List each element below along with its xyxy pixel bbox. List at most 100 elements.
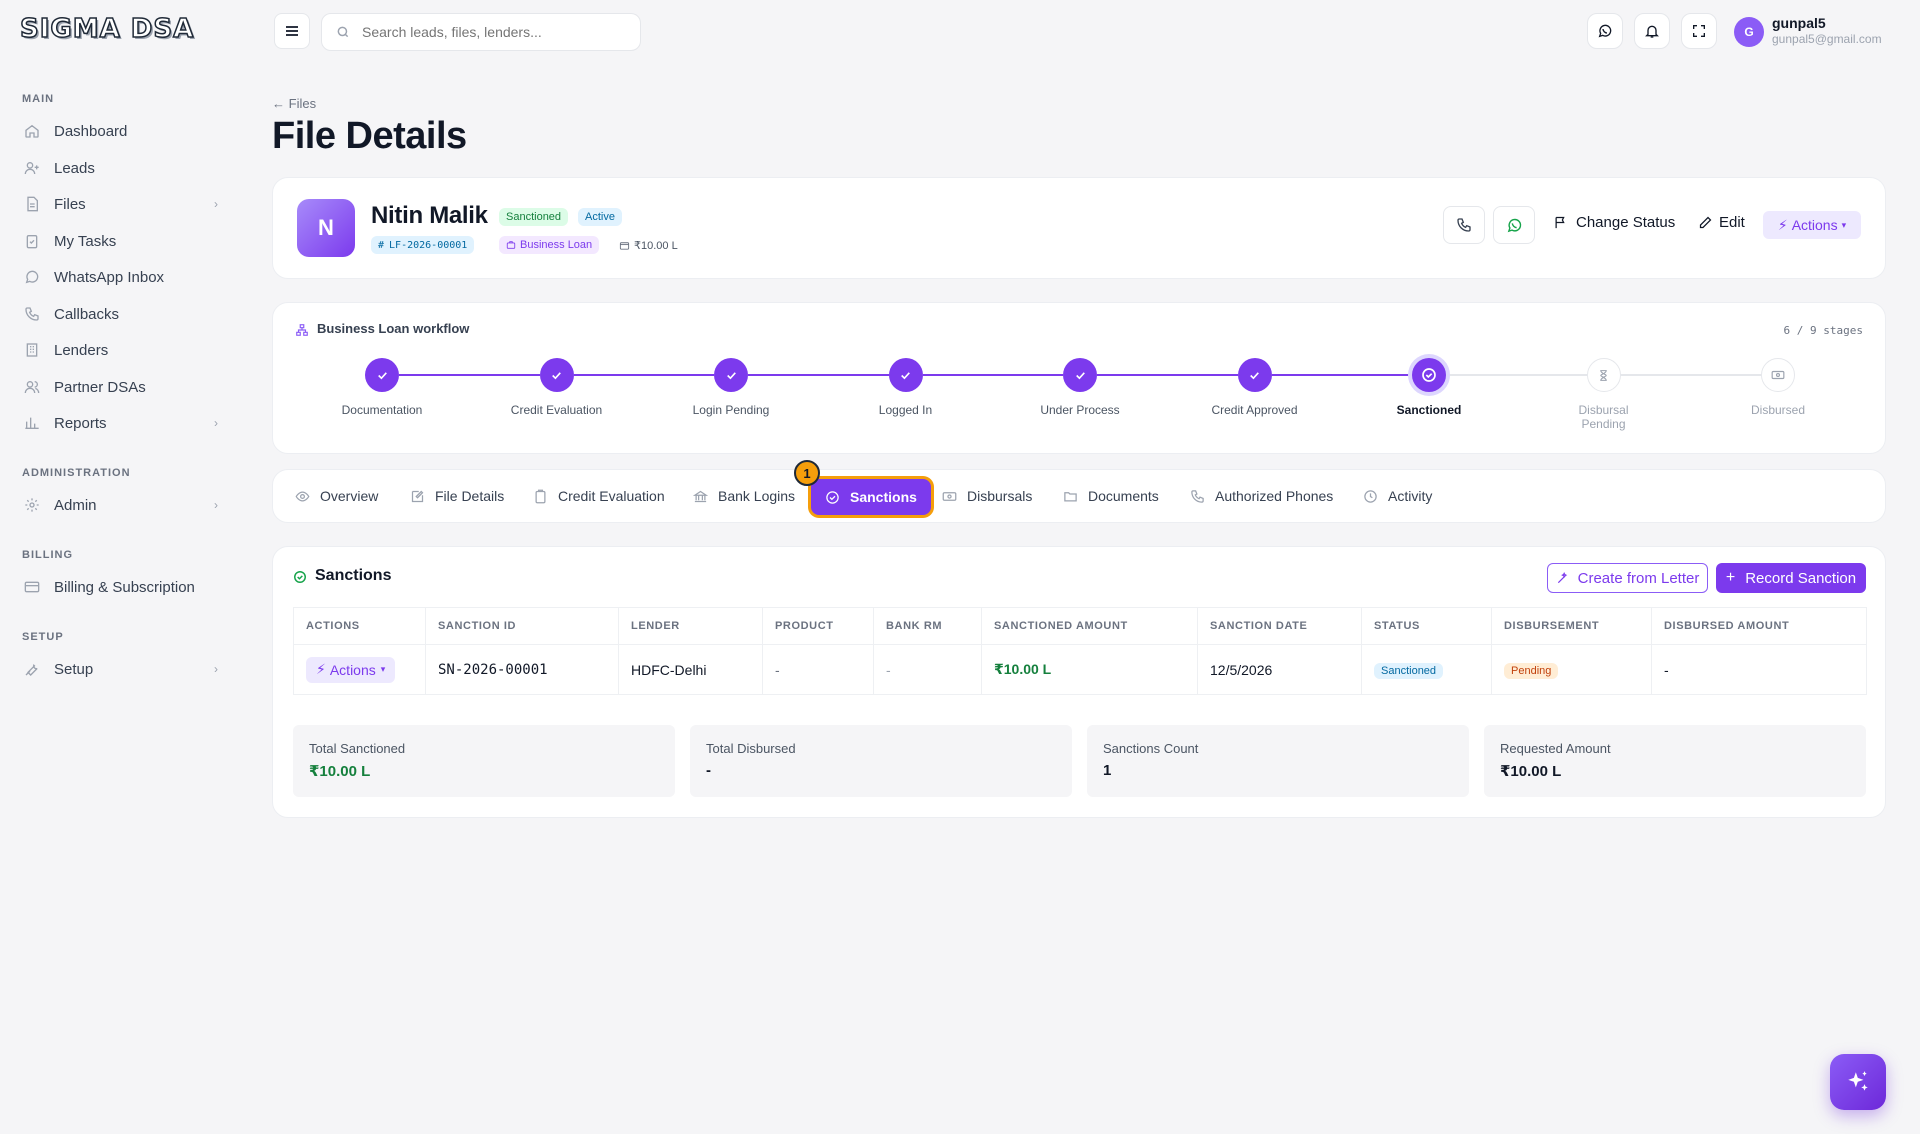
sidebar-item-files[interactable]: Files › <box>14 187 228 221</box>
change-status-label: Change Status <box>1576 214 1676 231</box>
breadcrumb-files-link[interactable]: Files <box>289 96 316 111</box>
stat-total-disbursed: Total Disbursed - <box>690 725 1072 797</box>
column-header: DISBURSEMENT <box>1491 607 1652 645</box>
column-header: ACTIONS <box>293 607 426 645</box>
sidebar-item-admin[interactable]: Admin › <box>14 488 228 522</box>
sidebar-item-label: Callbacks <box>54 305 120 323</box>
workflow-stage-label: Disbursed <box>1750 403 1806 417</box>
stat-value: 1 <box>1103 762 1112 779</box>
workflow-stage-label: Under Process <box>1040 403 1120 417</box>
workflow-stage-login-pending[interactable] <box>714 358 748 392</box>
flag-icon <box>1553 215 1568 230</box>
workflow-connector <box>1097 374 1238 376</box>
search-icon <box>336 25 350 39</box>
sidebar-item-billing[interactable]: Billing & Subscription <box>14 570 228 604</box>
file-id: LF-2026-00001 <box>389 239 468 251</box>
tab-credit-evaluation[interactable]: Credit Evaluation <box>533 470 665 522</box>
product-name: Business Loan <box>520 239 593 251</box>
pencil-icon <box>1698 215 1713 230</box>
workflow-stage-sanctioned[interactable] <box>1412 358 1446 392</box>
tabs-bar: Overview File Details Credit Evaluation … <box>272 469 1886 523</box>
tab-label: Overview <box>320 488 379 504</box>
status-badge: Sanctioned <box>499 208 569 226</box>
search-input[interactable] <box>362 24 622 40</box>
sidebar-item-setup[interactable]: Setup › <box>14 652 228 686</box>
tab-bank-logins[interactable]: Bank Logins <box>693 470 795 522</box>
sidebar-item-my-tasks[interactable]: My Tasks <box>14 224 228 258</box>
sidebar-item-callbacks[interactable]: Callbacks <box>14 297 228 331</box>
workflow-stage-credit-evaluation[interactable] <box>539 358 574 392</box>
user-avatar[interactable]: G <box>1734 17 1764 47</box>
workflow-stage-credit-approved[interactable] <box>1237 358 1272 392</box>
edit-button[interactable]: Edit <box>1698 214 1745 231</box>
client-name: Nitin Malik <box>371 202 488 229</box>
tab-documents[interactable]: Documents <box>1063 470 1159 522</box>
workflow-stage-disbursed[interactable] <box>1761 358 1795 392</box>
tab-activity[interactable]: Activity <box>1363 470 1432 522</box>
actions-dropdown[interactable]: ⚡ Actions ▾ <box>1763 211 1861 239</box>
sidebar-item-label: Lenders <box>54 341 109 359</box>
menu-toggle-button[interactable] <box>274 13 310 49</box>
stat-label: Total Disbursed <box>706 741 796 756</box>
product-badge: Business Loan <box>499 236 600 254</box>
phone-icon <box>1190 489 1205 504</box>
breadcrumb[interactable]: ← Files <box>272 96 316 111</box>
sidebar-item-lenders[interactable]: Lenders <box>14 333 228 367</box>
gear-icon <box>24 497 40 513</box>
bank-rm-cell: - <box>873 644 982 695</box>
create-from-letter-button[interactable]: Create from Letter <box>1547 563 1708 593</box>
sidebar-item-label: Admin <box>54 496 97 514</box>
workflow-connector <box>573 374 714 376</box>
sidebar-item-whatsapp-inbox[interactable]: WhatsApp Inbox <box>14 260 228 294</box>
bolt-icon: ⚡ <box>1777 216 1788 233</box>
sanctions-table: ACTIONS SANCTION ID LENDER PRODUCT BANK … <box>293 607 1867 695</box>
bolt-icon: ⚡ <box>316 661 326 677</box>
wrench-icon <box>24 661 40 677</box>
column-header: BANK RM <box>873 607 982 645</box>
workflow-stage-documentation[interactable] <box>365 358 399 392</box>
tab-authorized-phones[interactable]: Authorized Phones <box>1190 470 1333 522</box>
brand-logo[interactable]: SIGMA DSA <box>19 13 194 48</box>
user-name[interactable]: gunpal5 <box>1772 15 1826 31</box>
check-icon <box>376 369 389 382</box>
change-status-button[interactable]: Change Status <box>1553 214 1675 231</box>
chevron-right-icon: › <box>214 662 218 676</box>
amount-badge: ₹10.00 L <box>612 236 685 254</box>
chevron-down-icon: ▾ <box>1841 219 1847 230</box>
record-sanction-button[interactable]: + Record Sanction <box>1716 563 1866 593</box>
row-actions-label: Actions <box>329 661 376 678</box>
row-actions-button[interactable]: ⚡ Actions ▾ <box>306 656 396 683</box>
tab-sanctions[interactable]: Sanctions <box>811 479 931 515</box>
search-bar[interactable] <box>321 13 641 51</box>
plus-icon: + <box>1725 569 1736 586</box>
banknote-icon <box>1771 368 1785 382</box>
sidebar-item-dashboard[interactable]: Dashboard <box>14 114 228 148</box>
whatsapp-button[interactable] <box>1587 13 1623 49</box>
whatsapp-client-button[interactable] <box>1493 206 1535 244</box>
workflow-stage-label: Credit Evaluation <box>510 403 603 417</box>
stat-value: - <box>706 762 711 779</box>
check-icon <box>1074 369 1087 382</box>
notifications-button[interactable] <box>1634 13 1670 49</box>
sidebar-item-label: Dashboard <box>54 122 128 140</box>
home-icon <box>24 123 40 139</box>
whatsapp-icon <box>1506 217 1523 234</box>
workflow-stage-logged-in[interactable] <box>888 358 923 392</box>
disbursed-amount-cell: - <box>1651 644 1867 695</box>
sidebar-item-reports[interactable]: Reports › <box>14 406 228 440</box>
column-header: SANCTION DATE <box>1197 607 1362 645</box>
sidebar-item-leads[interactable]: Leads <box>14 151 228 185</box>
tab-disbursals[interactable]: Disbursals <box>942 470 1032 522</box>
tab-overview[interactable]: Overview <box>295 470 378 522</box>
call-button[interactable] <box>1443 206 1485 244</box>
fullscreen-button[interactable] <box>1681 13 1717 49</box>
nav-section-setup: SETUP <box>22 631 64 643</box>
workflow-stage-under-process[interactable] <box>1063 358 1097 392</box>
column-header: LENDER <box>618 607 763 645</box>
workflow-stage-disbursal-pending[interactable] <box>1586 358 1621 392</box>
tab-label: Credit Evaluation <box>558 488 665 504</box>
ai-assistant-button[interactable] <box>1830 1054 1886 1110</box>
tab-file-details[interactable]: File Details <box>410 470 504 522</box>
sidebar-item-partner-dsas[interactable]: Partner DSAs <box>14 370 228 404</box>
edit-icon <box>410 489 425 504</box>
